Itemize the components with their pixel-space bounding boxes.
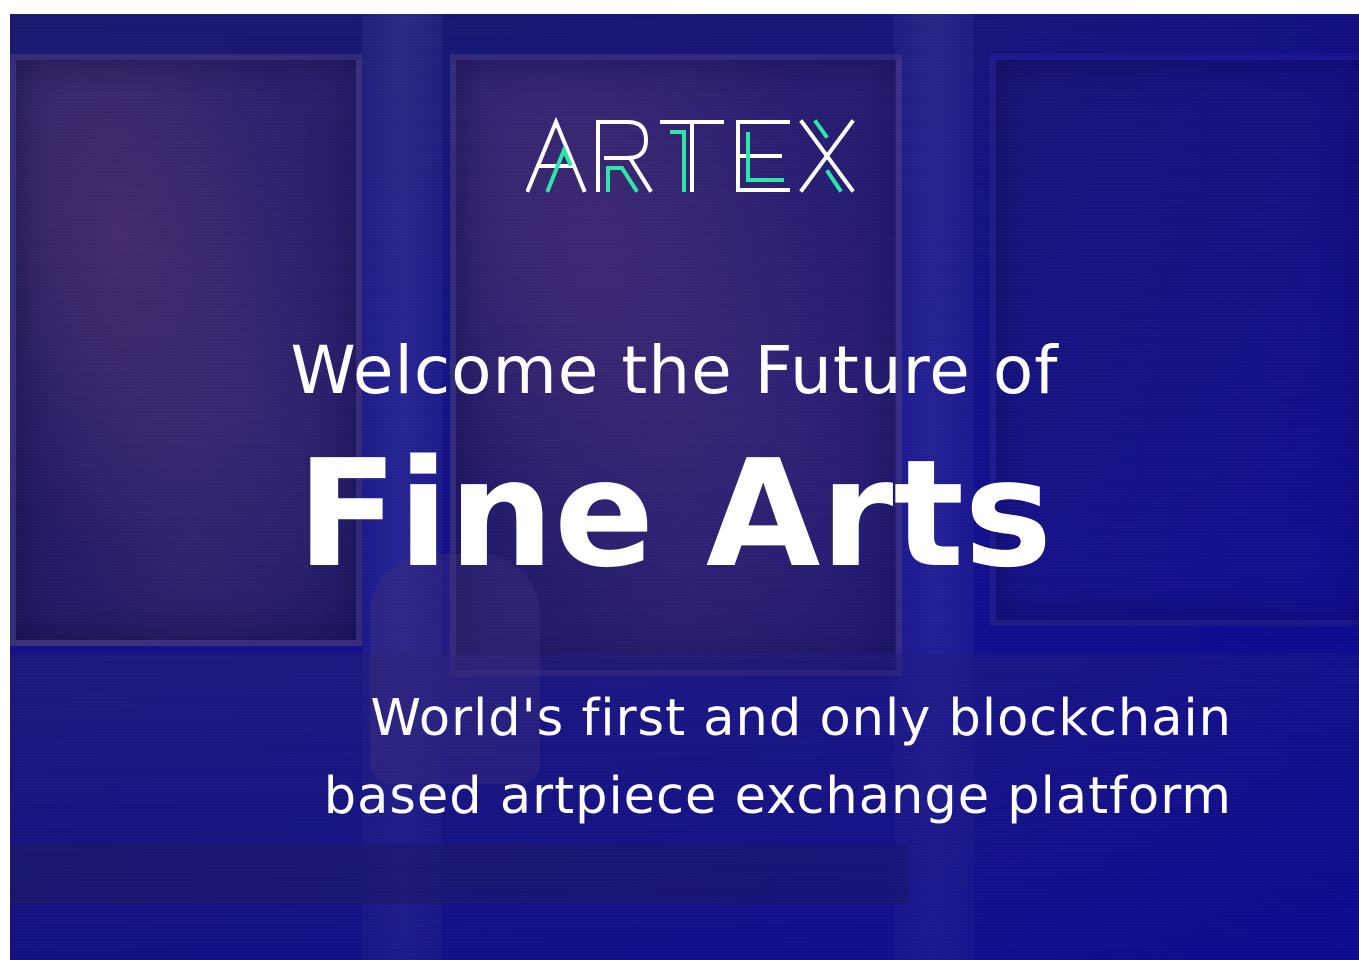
tagline-line-2: based artpiece exchange platform (323, 767, 1232, 826)
hero-banner: Welcome the Future of Fine Arts World's … (10, 14, 1359, 960)
welcome-heading: Welcome the Future of (290, 332, 1059, 409)
fine-arts-headline: Fine Arts (296, 428, 1053, 600)
artex-logo (526, 116, 856, 196)
artex-logo-mark (526, 116, 855, 193)
tagline-line-1: World's first and only blockchain (370, 689, 1232, 748)
tagline: World's first and only blockchain based … (10, 680, 1232, 836)
